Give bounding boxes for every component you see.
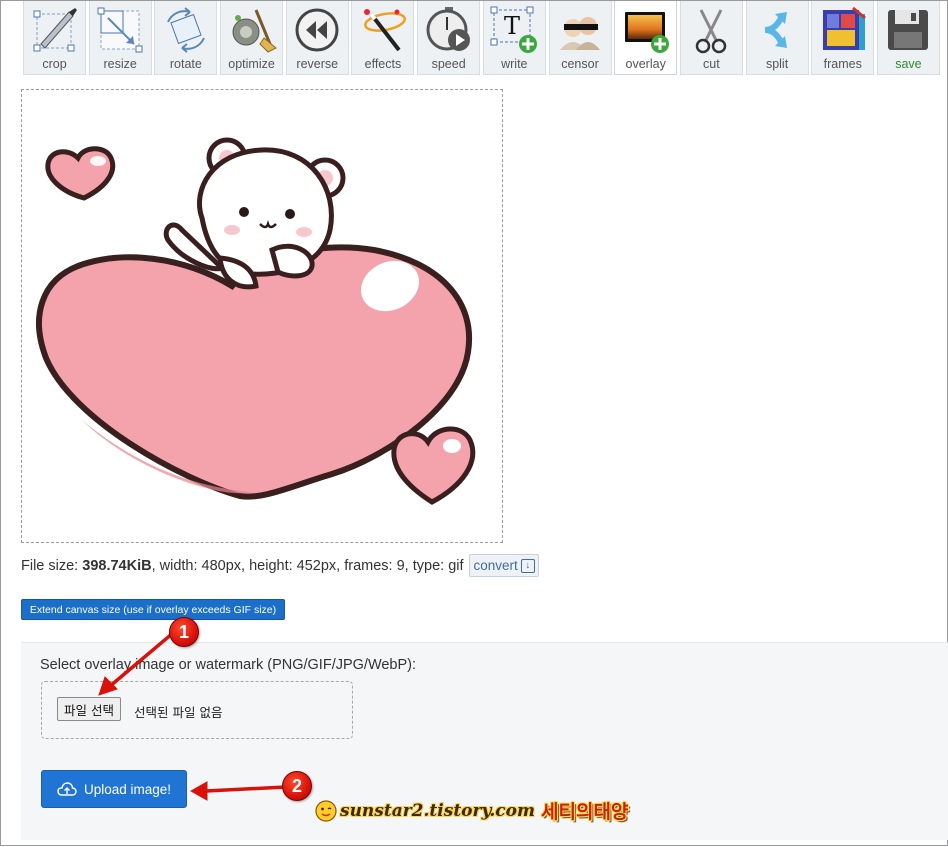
tool-rotate[interactable]: rotate <box>154 1 218 75</box>
tool-resize[interactable]: resize <box>88 1 152 75</box>
gif-preview <box>21 89 503 543</box>
toolbar: crop resize rotate optimize reverse effe… <box>23 1 943 77</box>
tool-label: effects <box>364 57 402 71</box>
tool-label: overlay <box>625 57 666 71</box>
small-heart-topleft <box>45 146 116 201</box>
annotation-marker-2: 2 <box>282 771 312 801</box>
tool-label: optimize <box>228 57 275 71</box>
frames-icon <box>822 6 866 50</box>
tool-label: rotate <box>169 57 202 71</box>
blog-watermark: sunstar2.tistory.com 세티의태양 <box>314 797 628 824</box>
file-size-value: 398.74KiB <box>82 557 152 574</box>
image-add-icon <box>624 12 669 53</box>
tool-crop[interactable]: crop <box>23 1 86 75</box>
smiley-face-icon <box>315 799 337 822</box>
resize-icon <box>97 7 143 53</box>
convert-button[interactable]: convert ↓ <box>468 554 539 577</box>
split-arrows-icon <box>764 12 788 48</box>
reverse-icon <box>295 8 339 52</box>
text-add-icon: T <box>490 6 538 53</box>
no-file-selected-text: 선택된 파일 없음 <box>134 705 223 720</box>
upload-image-button[interactable]: Upload image! <box>41 770 187 808</box>
floppy-disk-icon <box>888 10 929 50</box>
tool-label: save <box>895 57 922 71</box>
tool-label: censor <box>561 57 599 71</box>
scissors-icon <box>696 9 727 54</box>
watermark-korean-name: 세티의태양 <box>541 801 629 823</box>
convert-label: convert <box>473 558 518 573</box>
tool-save[interactable]: save <box>876 1 940 75</box>
optimize-icon <box>232 9 277 53</box>
tool-label: split <box>765 57 789 71</box>
download-arrow-icon: ↓ <box>520 558 535 573</box>
tool-split[interactable]: split <box>745 1 809 75</box>
tool-label: speed <box>431 57 466 71</box>
crop-icon <box>33 8 77 52</box>
tool-label: frames <box>823 57 862 71</box>
file-dropzone[interactable]: 파일 선택 선택된 파일 없음 <box>41 681 353 739</box>
tool-label: cut <box>703 57 720 71</box>
file-info-details: , width: 480px, height: 452px, frames: 9… <box>151 557 464 574</box>
small-heart-bottomright <box>391 426 476 505</box>
stopwatch-icon <box>426 7 470 51</box>
magic-wand-icon <box>363 9 406 52</box>
extend-canvas-button[interactable]: Extend canvas size (use if overlay excee… <box>21 599 285 620</box>
tool-speed[interactable]: speed <box>417 1 481 75</box>
upload-button-label: Upload image! <box>83 781 172 797</box>
tool-censor[interactable]: censor <box>548 1 612 75</box>
tool-frames[interactable]: frames <box>811 1 875 75</box>
file-info-prefix: File size: <box>21 557 83 574</box>
file-info: File size: 398.74KiB , width: 480px, hei… <box>21 554 539 577</box>
tool-label: reverse <box>296 57 339 71</box>
choose-file-button[interactable]: 파일 선택 <box>57 697 121 721</box>
watermark-url: sunstar2.tistory.com <box>340 800 535 821</box>
tool-label: crop <box>42 57 67 71</box>
svg-text:T: T <box>504 12 520 40</box>
overlay-select-label: Select overlay image or watermark (PNG/G… <box>40 657 417 673</box>
tool-write[interactable]: T write <box>482 1 546 75</box>
tool-reverse[interactable]: reverse <box>285 1 349 75</box>
annotation-marker-1: 1 <box>169 617 199 647</box>
tool-effects[interactable]: effects <box>351 1 415 75</box>
bear-heart-image <box>36 137 476 505</box>
tool-cut[interactable]: cut <box>679 1 743 75</box>
tool-overlay[interactable]: overlay <box>614 1 678 75</box>
tool-label: resize <box>103 57 137 71</box>
cloud-upload-icon <box>57 782 77 796</box>
censor-icon <box>560 17 600 50</box>
tool-optimize[interactable]: optimize <box>220 1 284 75</box>
rotate-icon <box>166 7 205 53</box>
tool-label: write <box>501 57 528 71</box>
